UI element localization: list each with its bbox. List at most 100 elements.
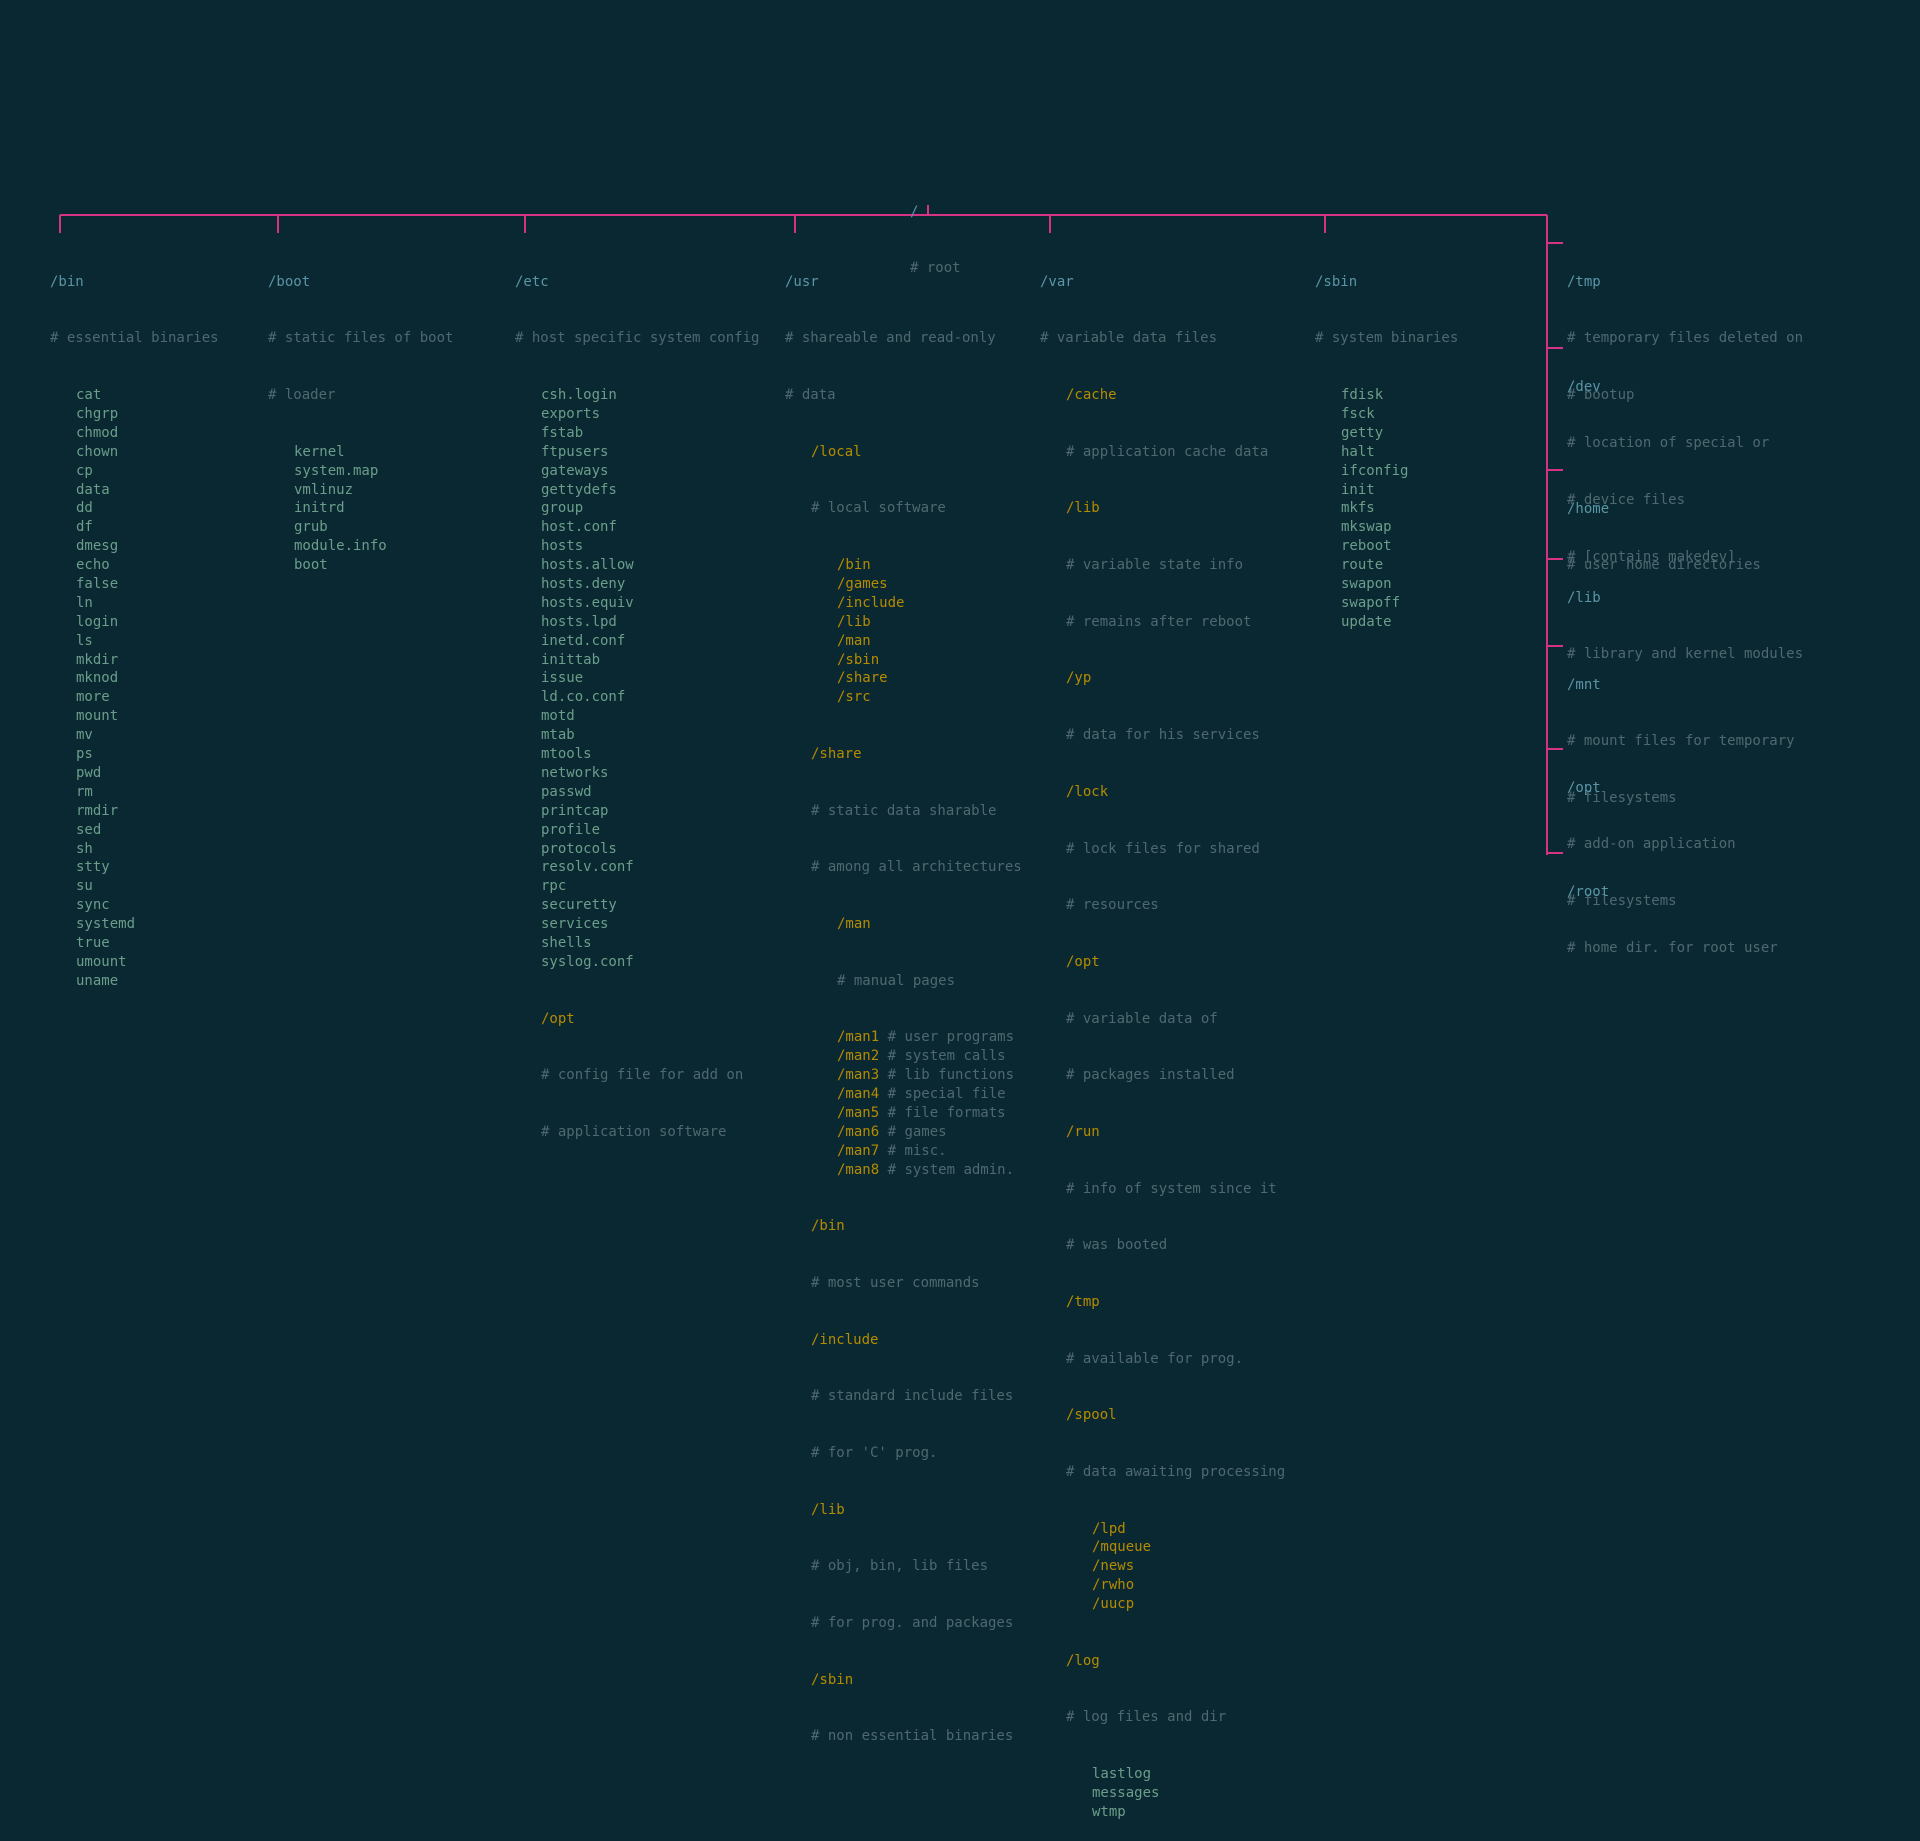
list-item: kernel	[294, 443, 453, 462]
list-item: hosts	[541, 537, 759, 556]
list-item: /lpd	[1092, 1520, 1285, 1539]
var-opt-c1: # variable data of	[1066, 1010, 1285, 1029]
man-comment: # file formats	[879, 1105, 1005, 1121]
list-item: chmod	[76, 424, 219, 443]
column-sbin: /sbin # system binaries fdiskfsckgettyha…	[1315, 235, 1458, 651]
usr-share-man: /man	[837, 915, 1022, 934]
list-item: /games	[837, 575, 1022, 594]
list-item: host.conf	[541, 518, 759, 537]
var-cache-c: # application cache data	[1066, 443, 1285, 462]
var-lib: /lib	[1066, 499, 1285, 518]
etc-opt: /opt	[541, 1010, 759, 1029]
var-log-c: # log files and dir	[1066, 1708, 1285, 1727]
usr-share-man-comment: # manual pages	[837, 972, 1022, 991]
usr-lib: /lib	[811, 1501, 1022, 1520]
man-row: /man6 # games	[837, 1123, 1022, 1142]
list-item: ifconfig	[1341, 462, 1458, 481]
list-item: fsck	[1341, 405, 1458, 424]
list-item: true	[76, 934, 219, 953]
list-item: mkswap	[1341, 518, 1458, 537]
list-item: mkfs	[1341, 499, 1458, 518]
rootd-c: # home dir. for root user	[1567, 939, 1778, 958]
list-item: group	[541, 499, 759, 518]
list-item: /sbin	[837, 651, 1022, 670]
list-item: chgrp	[76, 405, 219, 424]
var-log: /log	[1066, 1652, 1285, 1671]
side-root: /root # home dir. for root user	[1567, 845, 1778, 977]
list-item: more	[76, 688, 219, 707]
list-item: /lib	[837, 613, 1022, 632]
boot-header: /boot	[268, 273, 453, 292]
list-item: route	[1341, 556, 1458, 575]
man-dir: /man1	[837, 1029, 879, 1045]
list-item: issue	[541, 669, 759, 688]
usr-include-c2: # for 'C' prog.	[811, 1444, 1022, 1463]
list-item: mv	[76, 726, 219, 745]
list-item: dd	[76, 499, 219, 518]
list-item: sed	[76, 821, 219, 840]
opt-header: /opt	[1567, 779, 1736, 798]
usr-lib-c1: # obj, bin, lib files	[811, 1557, 1022, 1576]
list-item: networks	[541, 764, 759, 783]
var-lock-c2: # resources	[1066, 896, 1285, 915]
var-run-c1: # info of system since it	[1066, 1180, 1285, 1199]
list-item: echo	[76, 556, 219, 575]
list-item: cp	[76, 462, 219, 481]
var-run: /run	[1066, 1123, 1285, 1142]
list-item: csh.login	[541, 386, 759, 405]
usr-share-c2: # among all architectures	[811, 858, 1022, 877]
man-dir: /man3	[837, 1067, 879, 1083]
list-item: fdisk	[1341, 386, 1458, 405]
man-dir: /man5	[837, 1105, 879, 1121]
list-item: reboot	[1341, 537, 1458, 556]
list-item: false	[76, 575, 219, 594]
usr-lib-c2: # for prog. and packages	[811, 1614, 1022, 1633]
list-item: getty	[1341, 424, 1458, 443]
list-item: messages	[1092, 1784, 1285, 1803]
var-comment: # variable data files	[1040, 329, 1285, 348]
usr-include: /include	[811, 1331, 1022, 1350]
var-spool-c: # data awaiting processing	[1066, 1463, 1285, 1482]
list-item: initrd	[294, 499, 453, 518]
list-item: hosts.deny	[541, 575, 759, 594]
sbin-comment: # system binaries	[1315, 329, 1458, 348]
list-item: hosts.lpd	[541, 613, 759, 632]
list-item: halt	[1341, 443, 1458, 462]
man-row: /man7 # misc.	[837, 1142, 1022, 1161]
etc-header: /etc	[515, 273, 759, 292]
list-item: ftpusers	[541, 443, 759, 462]
column-usr: /usr # shareable and read-only # data /l…	[785, 235, 1022, 1765]
list-item: printcap	[541, 802, 759, 821]
man-comment: # user programs	[879, 1029, 1014, 1045]
var-run-c2: # was booted	[1066, 1236, 1285, 1255]
var-cache: /cache	[1066, 386, 1285, 405]
man-row: /man2 # system calls	[837, 1047, 1022, 1066]
man-comment: # system admin.	[879, 1162, 1014, 1178]
column-etc: /etc # host specific system config csh.l…	[515, 235, 759, 1161]
list-item: swapon	[1341, 575, 1458, 594]
etc-comment: # host specific system config	[515, 329, 759, 348]
list-item: umount	[76, 953, 219, 972]
usr-sbin-c: # non essential binaries	[811, 1727, 1022, 1746]
usr-data-comment: # data	[785, 386, 1022, 405]
boot-comment: # static files of boot	[268, 329, 453, 348]
usr-share-c1: # static data sharable	[811, 802, 1022, 821]
list-item: wtmp	[1092, 1803, 1285, 1822]
list-item: /include	[837, 594, 1022, 613]
list-item: /mqueue	[1092, 1538, 1285, 1557]
list-item: shells	[541, 934, 759, 953]
man-row: /man1 # user programs	[837, 1028, 1022, 1047]
man-comment: # games	[879, 1124, 946, 1140]
list-item: uname	[76, 972, 219, 991]
list-item: cat	[76, 386, 219, 405]
bin-comment: # essential binaries	[50, 329, 219, 348]
man-dir: /man4	[837, 1086, 879, 1102]
list-item: rmdir	[76, 802, 219, 821]
var-tmp: /tmp	[1066, 1293, 1285, 1312]
home-header: /home	[1567, 500, 1761, 519]
list-item: update	[1341, 613, 1458, 632]
lib-header: /lib	[1567, 589, 1803, 608]
var-lib-c2: # remains after reboot	[1066, 613, 1285, 632]
list-item: passwd	[541, 783, 759, 802]
list-item: rpc	[541, 877, 759, 896]
